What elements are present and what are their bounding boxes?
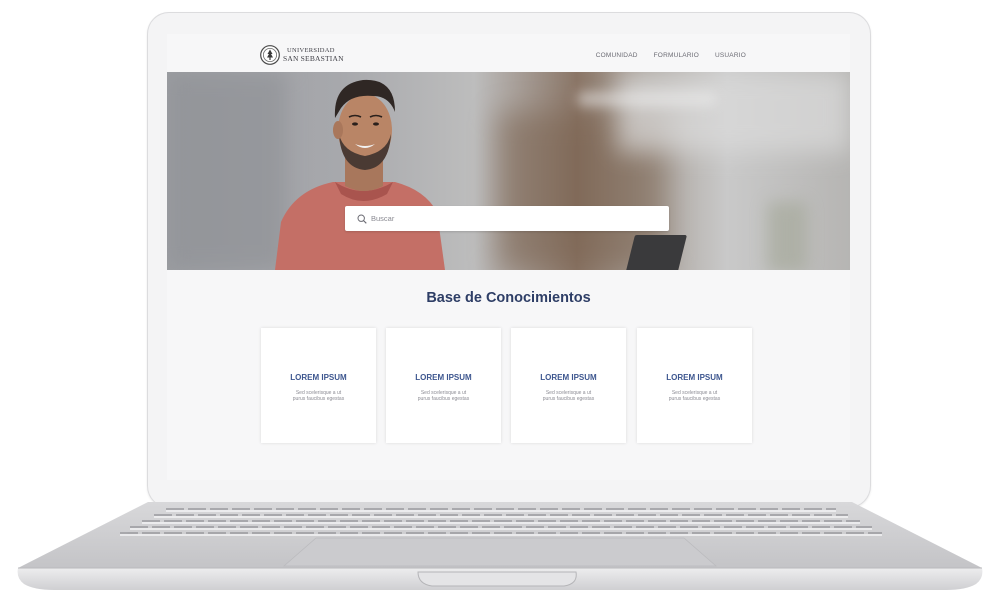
- search-placeholder: Buscar: [371, 214, 395, 223]
- knowledge-card[interactable]: LOREM IPSUM Sed scelerisque a ut purus fa…: [637, 328, 752, 443]
- university-logo[interactable]: UNIVERSIDAD SAN SEBASTIAN: [260, 45, 344, 65]
- card-description: Sed scelerisque a ut purus faucibus egest…: [292, 390, 345, 402]
- knowledge-card[interactable]: LOREM IPSUM Sed scelerisque a ut purus fa…: [261, 328, 376, 443]
- knowledge-card[interactable]: LOREM IPSUM Sed scelerisque a ut purus fa…: [511, 328, 626, 443]
- top-nav: COMUNIDAD FORMULARIO USUARIO: [596, 52, 746, 59]
- knowledge-card[interactable]: LOREM IPSUM Sed scelerisque a ut purus fa…: [386, 328, 501, 443]
- laptop-base: [17, 502, 983, 590]
- card-title: LOREM IPSUM: [666, 373, 723, 382]
- logo-text-line2: SAN SEBASTIAN: [283, 54, 344, 63]
- card-description: Sed scelerisque a ut purus faucibus egest…: [417, 390, 470, 402]
- card-title: LOREM IPSUM: [415, 373, 472, 382]
- card-title: LOREM IPSUM: [290, 373, 347, 382]
- nav-item-comunidad[interactable]: COMUNIDAD: [596, 52, 638, 59]
- card-title: LOREM IPSUM: [540, 373, 597, 382]
- search-input[interactable]: Buscar: [345, 206, 669, 231]
- nav-item-usuario[interactable]: USUARIO: [715, 52, 746, 59]
- hero-banner: Buscar: [167, 72, 850, 270]
- hero-laptop-image: [625, 235, 687, 270]
- laptop-screen: UNIVERSIDAD SAN SEBASTIAN COMUNIDAD FORM…: [167, 34, 850, 480]
- card-description: Sed scelerisque a ut purus faucibus egest…: [668, 390, 721, 402]
- hero-person-image: [275, 79, 445, 270]
- page-title: Base de Conocimientos: [426, 290, 591, 306]
- university-seal-icon: [260, 45, 280, 65]
- search-icon: [357, 213, 367, 224]
- card-description: Sed scelerisque a ut purus faucibus egest…: [542, 390, 595, 402]
- nav-item-formulario[interactable]: FORMULARIO: [654, 52, 699, 59]
